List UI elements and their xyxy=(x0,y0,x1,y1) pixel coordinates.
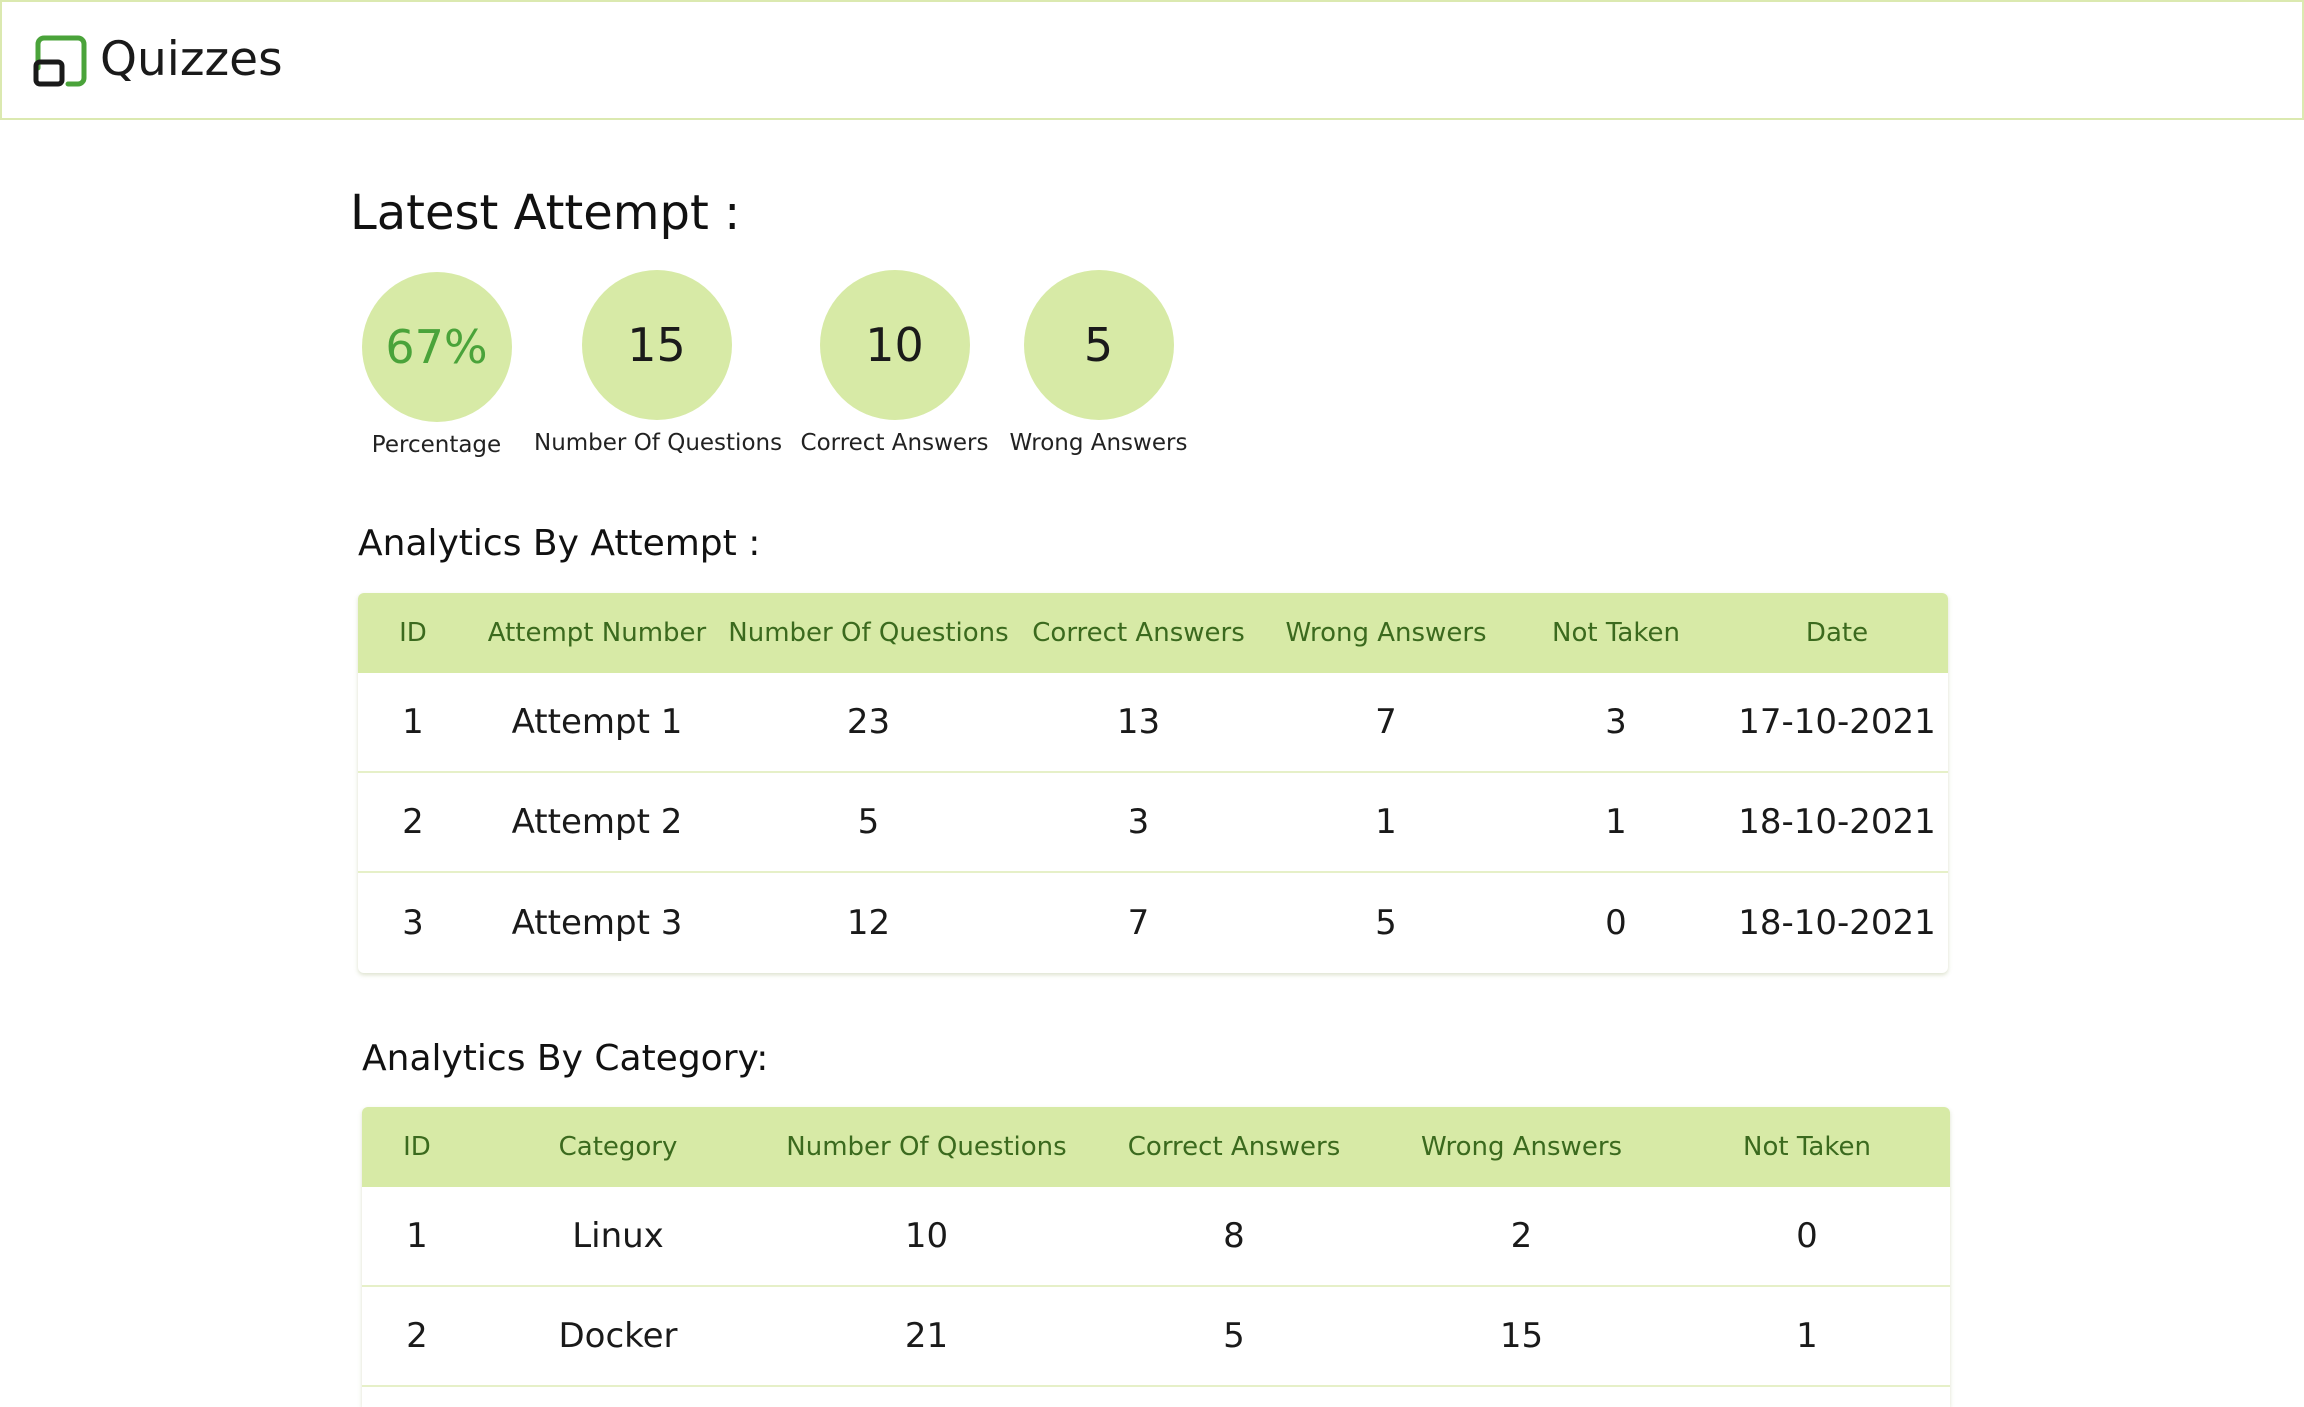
analytics-by-attempt-title: Analytics By Attempt : xyxy=(358,523,761,564)
col-correct-answers: Correct Answers xyxy=(1032,618,1245,648)
col-wrong-answers: Wrong Answers xyxy=(1285,618,1487,648)
col-attempt-number: Attempt Number xyxy=(487,618,707,648)
cell-wrong-answers: 2 xyxy=(1510,1216,1533,1256)
cell-date: 18-10-2021 xyxy=(1738,802,1936,842)
stat-number-of-questions: 15 Number Of Questions xyxy=(534,270,783,456)
cell-number-of-questions: 5 xyxy=(857,802,880,842)
col-number-of-questions: Number Of Questions xyxy=(786,1132,1067,1162)
col-category: Category xyxy=(558,1132,678,1162)
questions-circle: 15 xyxy=(581,270,732,420)
col-id: ID xyxy=(399,618,427,648)
quiz-logo-icon[interactable] xyxy=(32,32,88,88)
cell-category: Docker xyxy=(558,1316,678,1356)
table-row: 2 Docker 21 5 15 1 xyxy=(362,1287,1950,1387)
cell-date: 17-10-2021 xyxy=(1738,702,1936,742)
table-row: 2 Attempt 2 5 3 1 1 18-10-2021 xyxy=(358,773,1948,873)
cell-attempt-number: Attempt 3 xyxy=(511,903,683,943)
top-navbar: Quizzes xyxy=(0,0,2304,120)
cell-number-of-questions: 10 xyxy=(904,1216,949,1256)
categories-table: ID Category Number Of Questions Correct … xyxy=(362,1107,1950,1407)
brand-title[interactable]: Quizzes xyxy=(100,30,283,90)
cell-number-of-questions: 21 xyxy=(904,1316,949,1356)
cell-id: 1 xyxy=(402,702,424,742)
cell-correct-answers: 3 xyxy=(1127,802,1150,842)
cell-wrong-answers: 5 xyxy=(1375,903,1397,943)
cell-correct-answers: 7 xyxy=(1127,903,1150,943)
col-id: ID xyxy=(403,1132,431,1162)
categories-table-header: ID Category Number Of Questions Correct … xyxy=(362,1107,1950,1187)
percentage-circle: 67% xyxy=(361,272,512,422)
questions-label: Number Of Questions xyxy=(534,430,783,456)
cell-category: Linux xyxy=(572,1216,664,1256)
table-row: 3 Attempt 3 12 7 5 0 18-10-2021 xyxy=(358,873,1948,973)
cell-not-taken: 3 xyxy=(1605,702,1627,742)
cell-correct-answers: 8 xyxy=(1223,1216,1245,1256)
cell-correct-answers: 13 xyxy=(1116,702,1161,742)
table-row: 1 Attempt 1 23 13 7 3 17-10-2021 xyxy=(358,673,1948,773)
cell-wrong-answers: 7 xyxy=(1375,702,1397,742)
col-wrong-answers: Wrong Answers xyxy=(1420,1132,1623,1162)
col-not-taken: Not Taken xyxy=(1743,1132,1871,1162)
cell-not-taken: 1 xyxy=(1796,1316,1818,1356)
latest-attempt-title: Latest Attempt : xyxy=(350,185,741,241)
cell-id: 3 xyxy=(402,903,424,943)
col-not-taken: Not Taken xyxy=(1552,618,1680,648)
cell-attempt-number: Attempt 1 xyxy=(511,702,683,742)
stat-percentage: 67% Percentage xyxy=(314,272,559,458)
col-date: Date xyxy=(1805,618,1869,648)
cell-date: 18-10-2021 xyxy=(1738,903,1936,943)
col-correct-answers: Correct Answers xyxy=(1127,1132,1341,1162)
stat-wrong-answers: 5 Wrong Answers xyxy=(976,270,1221,456)
col-number-of-questions: Number Of Questions xyxy=(728,618,1009,648)
cell-number-of-questions: 12 xyxy=(846,903,891,943)
attempts-table-header: ID Attempt Number Number Of Questions Co… xyxy=(358,593,1948,673)
correct-circle: 10 xyxy=(819,270,970,420)
wrong-label: Wrong Answers xyxy=(1009,430,1188,456)
cell-not-taken: 0 xyxy=(1605,903,1627,943)
cell-attempt-number: Attempt 2 xyxy=(511,802,683,842)
cell-id: 1 xyxy=(406,1216,428,1256)
attempts-table: ID Attempt Number Number Of Questions Co… xyxy=(358,593,1948,973)
wrong-circle: 5 xyxy=(1023,270,1174,420)
percentage-label: Percentage xyxy=(371,432,502,458)
cell-number-of-questions: 23 xyxy=(846,702,891,742)
analytics-by-category-title: Analytics By Category: xyxy=(362,1038,769,1079)
cell-wrong-answers: 15 xyxy=(1499,1316,1544,1356)
cell-id: 2 xyxy=(402,802,424,842)
table-row: 1 Linux 10 8 2 0 xyxy=(362,1187,1950,1287)
cell-wrong-answers: 1 xyxy=(1375,802,1397,842)
cell-not-taken: 0 xyxy=(1796,1216,1818,1256)
cell-correct-answers: 5 xyxy=(1223,1316,1245,1356)
cell-id: 2 xyxy=(406,1316,428,1356)
cell-not-taken: 1 xyxy=(1605,802,1627,842)
